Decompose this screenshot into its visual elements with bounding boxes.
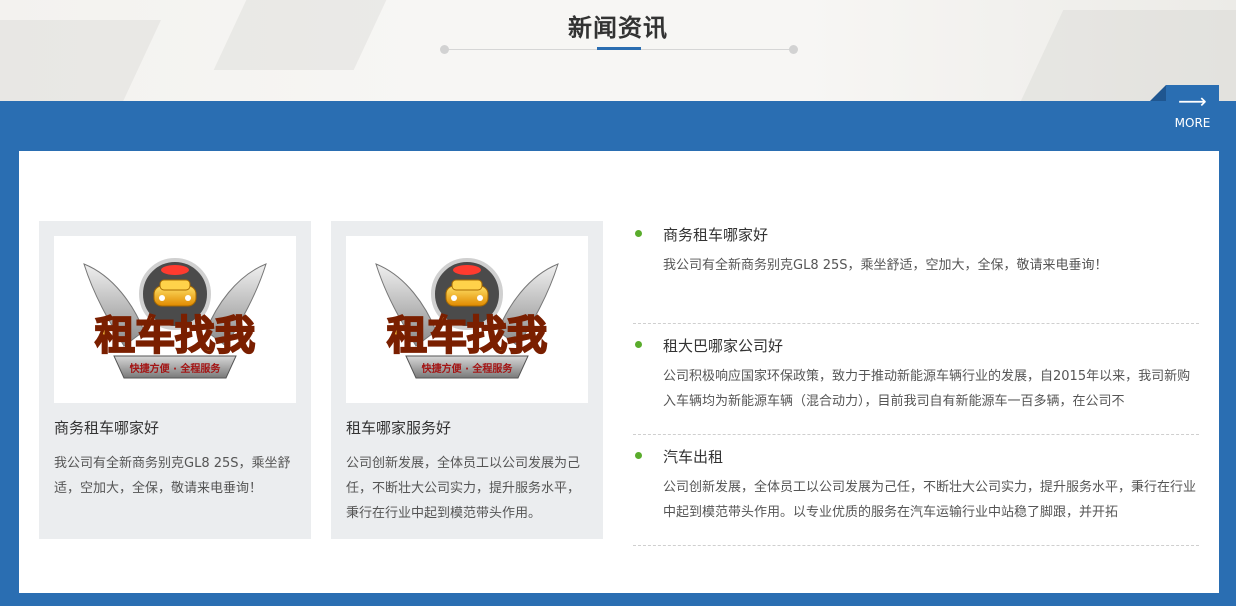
section-title: 新闻资讯	[568, 14, 668, 42]
news-card[interactable]: 租车找我 快捷方便 · 全程服务 商务租车哪家好 我公司有全新商务别克GL8 2…	[39, 221, 311, 539]
arrow-right-icon: ⟶	[1178, 89, 1207, 113]
news-card-summary: 公司创新发展，全体员工以公司发展为己任，不断壮大公司实力，提升服务水平，秉行在行…	[346, 456, 581, 521]
news-item-summary: 公司创新发展，全体员工以公司发展为己任，不断壮大公司实力，提升服务水平，秉行在行…	[663, 480, 1197, 520]
car-rental-logo-image: 租车找我 快捷方便 · 全程服务	[83, 258, 267, 379]
news-card-title[interactable]: 商务租车哪家好	[54, 417, 159, 438]
bullet-dot-icon	[635, 452, 642, 459]
news-item-title[interactable]: 租大巴哪家公司好	[663, 335, 783, 356]
more-tab-fold	[1150, 85, 1166, 101]
logo-text: 租车找我	[387, 313, 547, 359]
news-card[interactable]: 租车找我 快捷方便 · 全程服务 租车哪家服务好 公司创新发展，全体员工以公司发…	[331, 221, 603, 539]
more-label: MORE	[1174, 116, 1211, 130]
logo-text: 租车找我	[95, 313, 255, 359]
news-card-image[interactable]: 租车找我 快捷方便 · 全程服务	[54, 236, 296, 403]
logo-tagline: 快捷方便 · 全程服务	[421, 362, 514, 375]
news-item-summary: 我公司有全新商务别克GL8 25S，乘坐舒适，空加大，全保，敬请来电垂询！	[663, 258, 1108, 273]
bullet-dot-icon	[635, 341, 642, 348]
news-content: 租车找我 快捷方便 · 全程服务 商务租车哪家好 我公司有全新商务别克GL8 2…	[19, 151, 1219, 593]
divider-dot-left	[440, 45, 449, 54]
more-button[interactable]: ⟶ MORE	[1166, 85, 1219, 135]
news-list-item[interactable]: 租大巴哪家公司好 公司积极响应国家环保政策，致力于推动新能源车辆行业的发展，自2…	[633, 324, 1199, 435]
title-accent-bar	[597, 47, 641, 50]
car-rental-logo-image: 租车找我 快捷方便 · 全程服务	[375, 258, 559, 379]
divider-dot-right	[789, 45, 798, 54]
news-item-title[interactable]: 汽车出租	[663, 446, 723, 467]
news-card-image[interactable]: 租车找我 快捷方便 · 全程服务	[346, 236, 588, 403]
logo-tagline: 快捷方便 · 全程服务	[129, 362, 222, 375]
news-list-item[interactable]: 商务租车哪家好 我公司有全新商务别克GL8 25S，乘坐舒适，空加大，全保，敬请…	[633, 213, 1199, 324]
news-item-summary: 公司积极响应国家环保政策，致力于推动新能源车辆行业的发展，自2015年以来，我司…	[663, 369, 1191, 409]
news-item-title[interactable]: 商务租车哪家好	[663, 224, 768, 245]
news-card-title[interactable]: 租车哪家服务好	[346, 417, 451, 438]
news-list: 商务租车哪家好 我公司有全新商务别克GL8 25S，乘坐舒适，空加大，全保，敬请…	[633, 213, 1199, 546]
bullet-dot-icon	[635, 230, 642, 237]
news-list-item[interactable]: 汽车出租 公司创新发展，全体员工以公司发展为己任，不断壮大公司实力，提升服务水平…	[633, 435, 1199, 546]
news-card-summary: 我公司有全新商务别克GL8 25S，乘坐舒适，空加大，全保，敬请来电垂询！	[54, 456, 291, 496]
